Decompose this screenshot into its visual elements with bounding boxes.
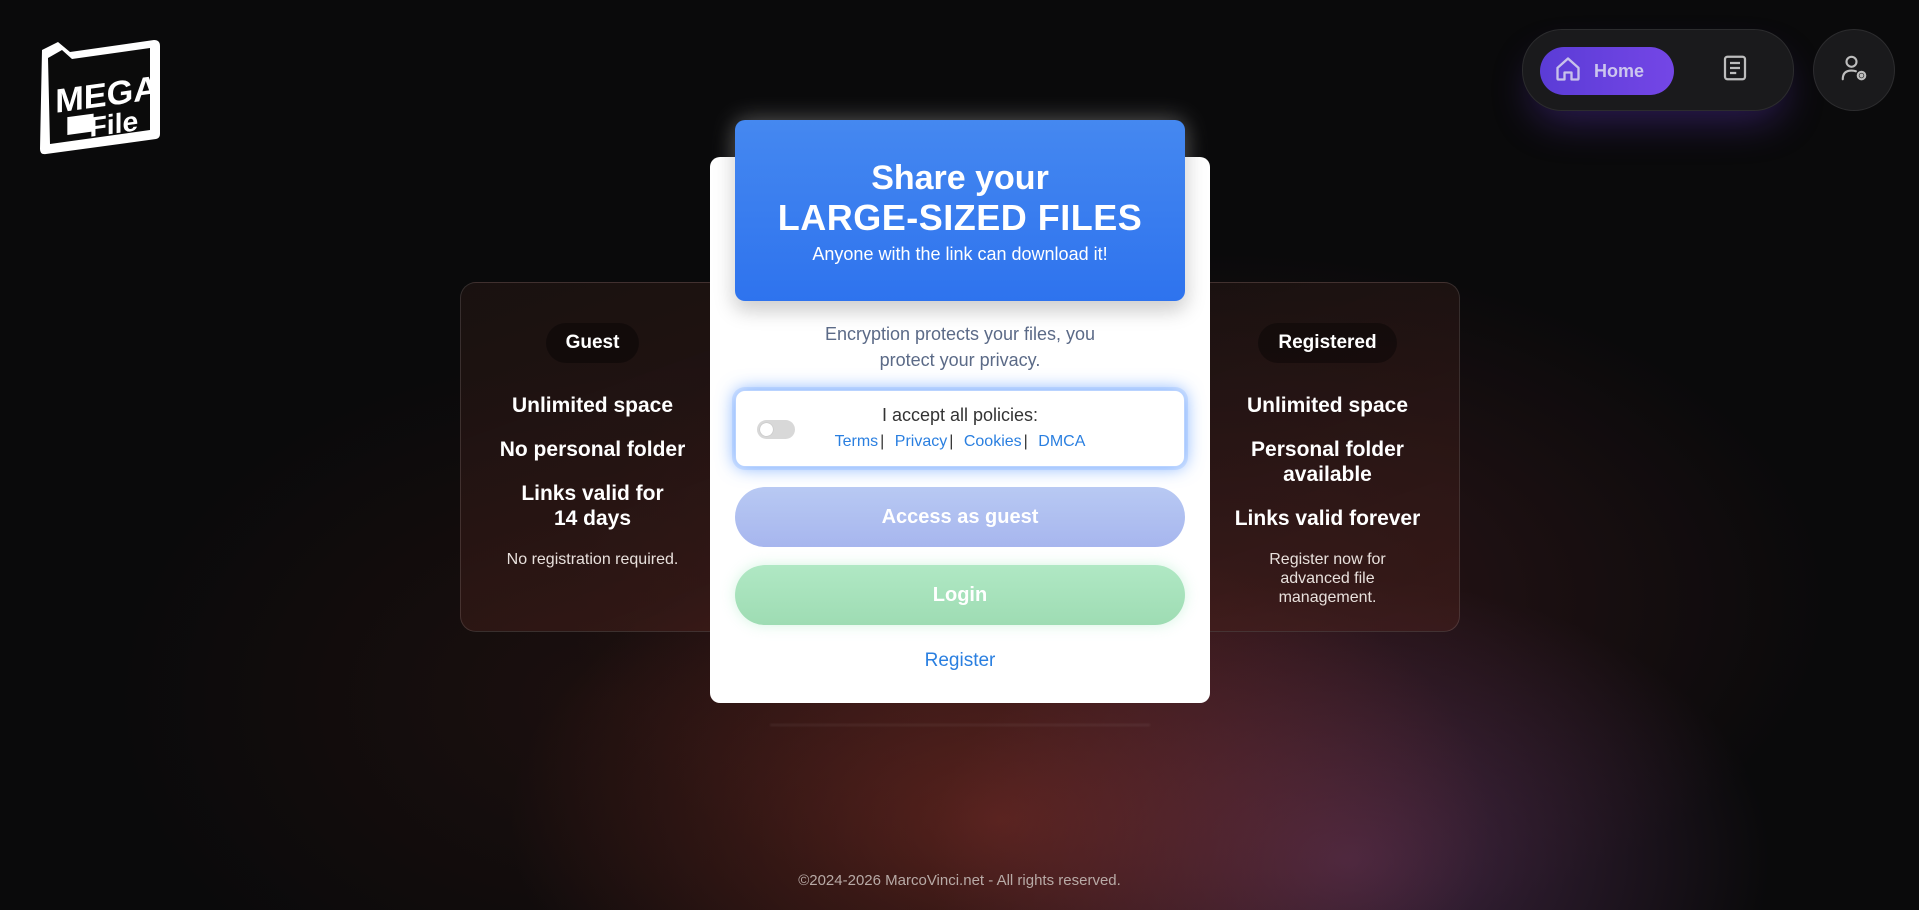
policy-label: I accept all policies: — [881, 405, 1039, 425]
registered-note: Register now for advanced file managemen… — [1269, 551, 1386, 606]
hero-banner: Share your LARGE-SIZED FILES Anyone with… — [735, 120, 1185, 301]
footer-copyright: ©2024-2026 MarcoVinci.net - All rights r… — [798, 872, 1121, 889]
login-button[interactable]: Login — [735, 565, 1185, 625]
privacy-link[interactable]: Privacy — [895, 433, 947, 450]
privacy-tagline: Encryption protects your files, you prot… — [824, 324, 1096, 370]
user-settings-button[interactable] — [1813, 29, 1895, 111]
register-link[interactable]: Register — [860, 650, 1060, 672]
hero-title-line1: Share your — [871, 159, 1049, 197]
registered-feature: Unlimited space — [1246, 394, 1409, 417]
guest-note: No registration required. — [506, 551, 679, 568]
hero-subtitle: Anyone with the link can download it! — [812, 244, 1108, 264]
document-icon — [1720, 53, 1750, 88]
policy-acceptance-box: I accept all policies: Terms | Privacy | C… — [735, 390, 1185, 467]
registered-badge: Registered — [1258, 323, 1397, 363]
dmca-link[interactable]: DMCA — [1038, 433, 1085, 450]
cookies-link[interactable]: Cookies — [964, 433, 1022, 450]
nav-documents-button[interactable] — [1717, 52, 1753, 88]
nav-home-label: Home — [1594, 60, 1645, 81]
registered-plan-card: Registered Unlimited space Personal fold… — [1195, 282, 1460, 632]
guest-plan-card: Guest Unlimited space No personal folder… — [460, 282, 725, 632]
registered-feature: Links valid forever — [1234, 507, 1421, 530]
policy-links: Terms | Privacy | Cookies | DMCA — [834, 433, 1086, 450]
terms-link[interactable]: Terms — [835, 433, 879, 450]
access-as-guest-button[interactable]: Access as guest — [735, 487, 1185, 547]
hero-title-line2: LARGE-SIZED FILES — [777, 197, 1143, 238]
home-icon — [1554, 55, 1582, 88]
guest-feature: Links valid for 14 days — [521, 482, 664, 530]
guest-feature: No personal folder — [499, 438, 686, 461]
guest-feature: Unlimited space — [511, 394, 674, 417]
top-navigation: Home — [1522, 29, 1794, 111]
background-blurred-link — [785, 745, 1085, 767]
megafile-logo[interactable]: MEGA File — [36, 38, 164, 156]
registered-feature: Personal folder available — [1251, 438, 1404, 486]
guest-badge: Guest — [545, 323, 640, 363]
background-divider — [770, 724, 1150, 726]
nav-home-button[interactable]: Home — [1540, 47, 1674, 95]
user-settings-icon — [1839, 53, 1869, 88]
